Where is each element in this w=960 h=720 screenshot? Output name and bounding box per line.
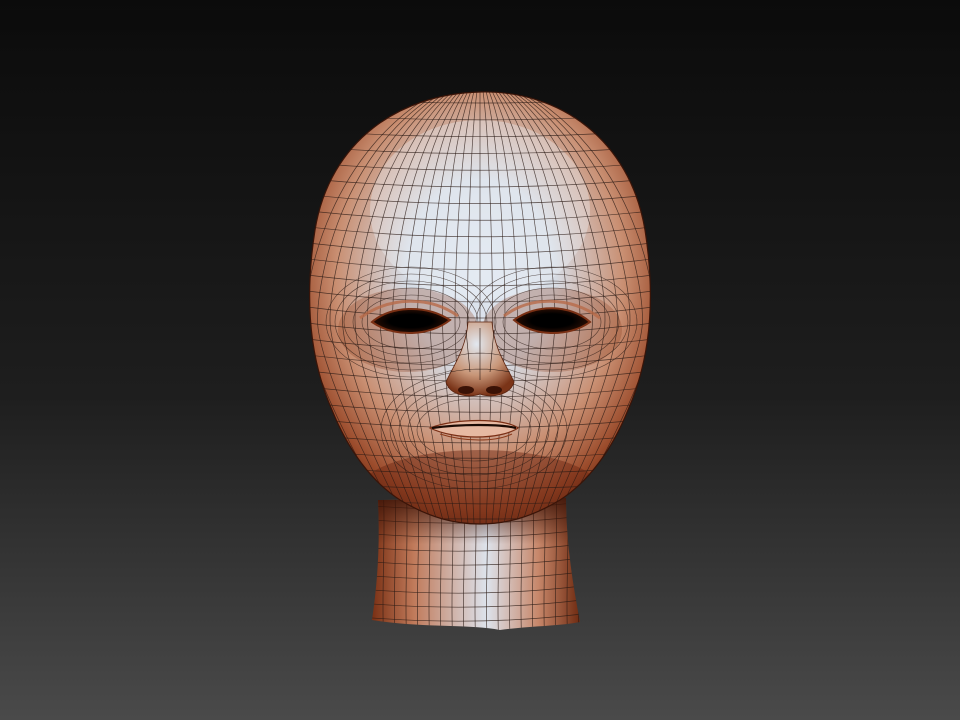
3d-viewport[interactable] (0, 0, 960, 720)
viewport-canvas[interactable] (0, 0, 960, 720)
